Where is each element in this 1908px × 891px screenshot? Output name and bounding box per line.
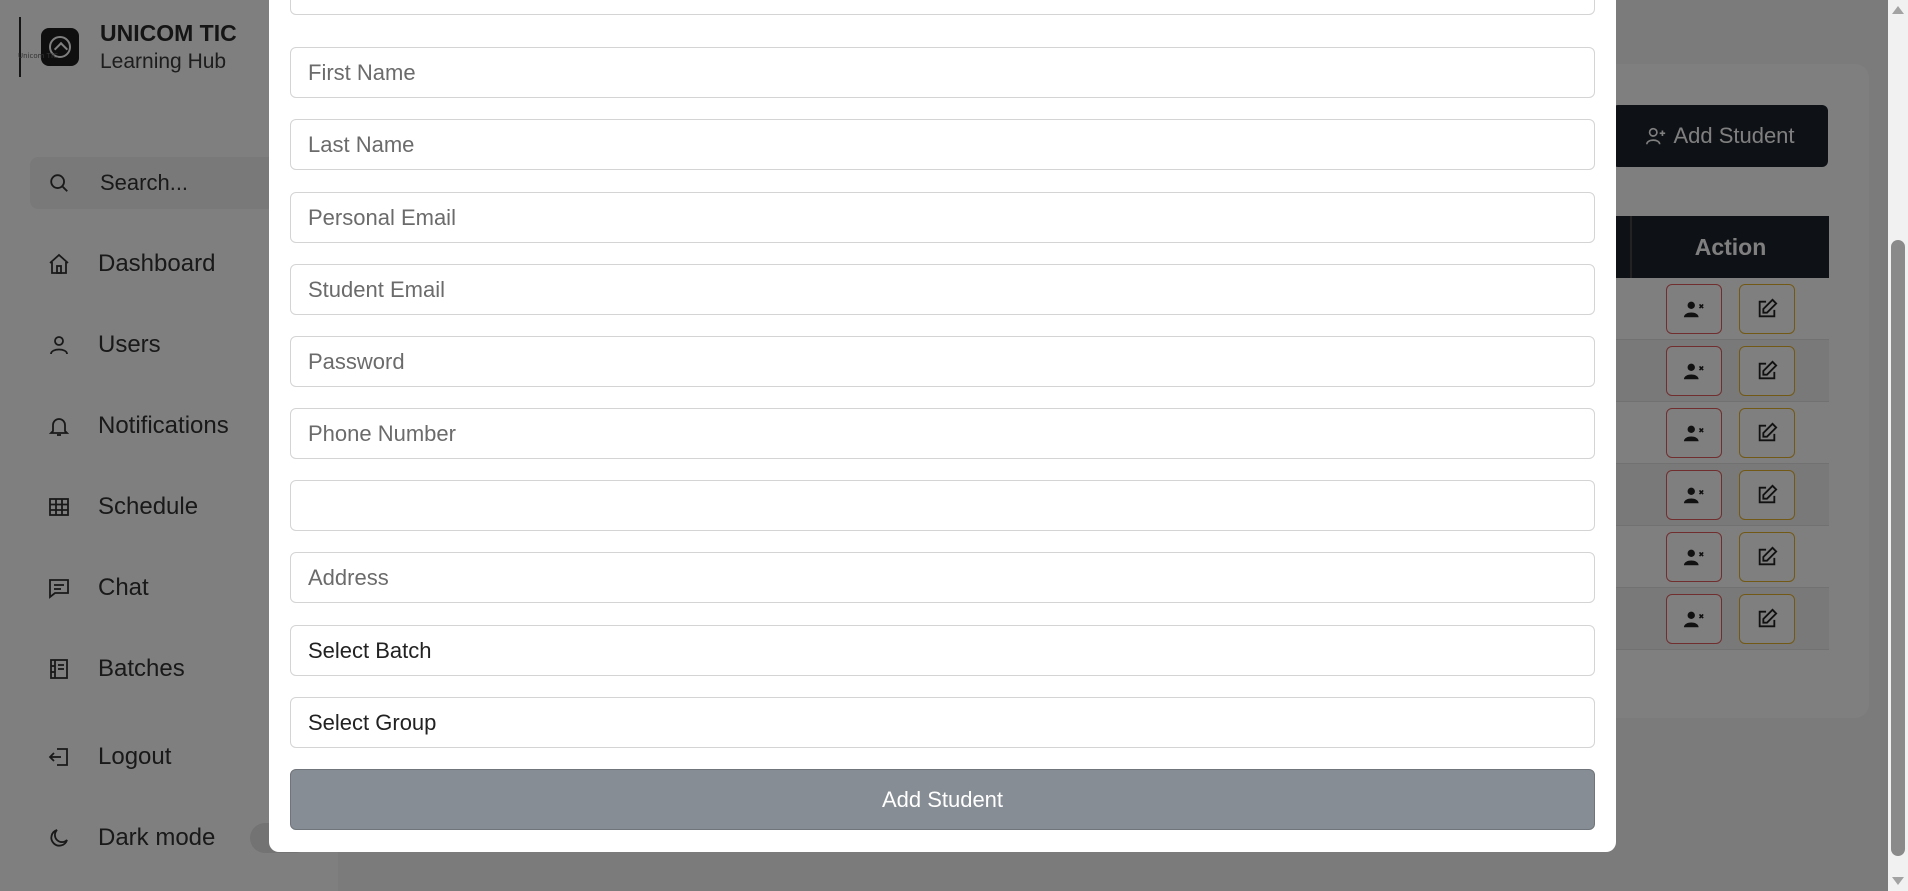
add-student-submit-button[interactable]: Add Student [290, 769, 1595, 830]
nic-field[interactable] [290, 0, 1595, 15]
group-select-value: Select Group [308, 709, 437, 735]
last-name-field[interactable] [290, 119, 1595, 170]
first-name-field[interactable] [290, 47, 1595, 98]
blank-input[interactable] [308, 492, 1594, 519]
batch-select[interactable]: Select Batch [290, 625, 1595, 676]
phone-number-field[interactable] [290, 408, 1595, 459]
password-field[interactable] [290, 336, 1595, 387]
first-name-input[interactable] [308, 59, 1594, 86]
personal-email-input[interactable] [308, 204, 1594, 231]
scroll-down-arrow-icon[interactable] [1892, 877, 1904, 885]
address-field[interactable] [290, 552, 1595, 603]
address-input[interactable] [308, 564, 1594, 591]
student-email-field[interactable] [290, 264, 1595, 315]
password-input[interactable] [308, 348, 1594, 375]
personal-email-field[interactable] [290, 192, 1595, 243]
batch-select-value: Select Batch [308, 637, 432, 663]
phone-number-input[interactable] [308, 420, 1594, 447]
scroll-up-arrow-icon[interactable] [1892, 6, 1904, 14]
group-select[interactable]: Select Group [290, 697, 1595, 748]
student-email-input[interactable] [308, 276, 1594, 303]
last-name-input[interactable] [308, 131, 1594, 158]
page-scrollbar[interactable] [1888, 0, 1908, 891]
add-student-modal: Select Batch Select Group Add Student [269, 0, 1616, 852]
scroll-thumb[interactable] [1891, 240, 1905, 856]
nic-input[interactable] [308, 0, 1594, 3]
blank-field[interactable] [290, 480, 1595, 531]
